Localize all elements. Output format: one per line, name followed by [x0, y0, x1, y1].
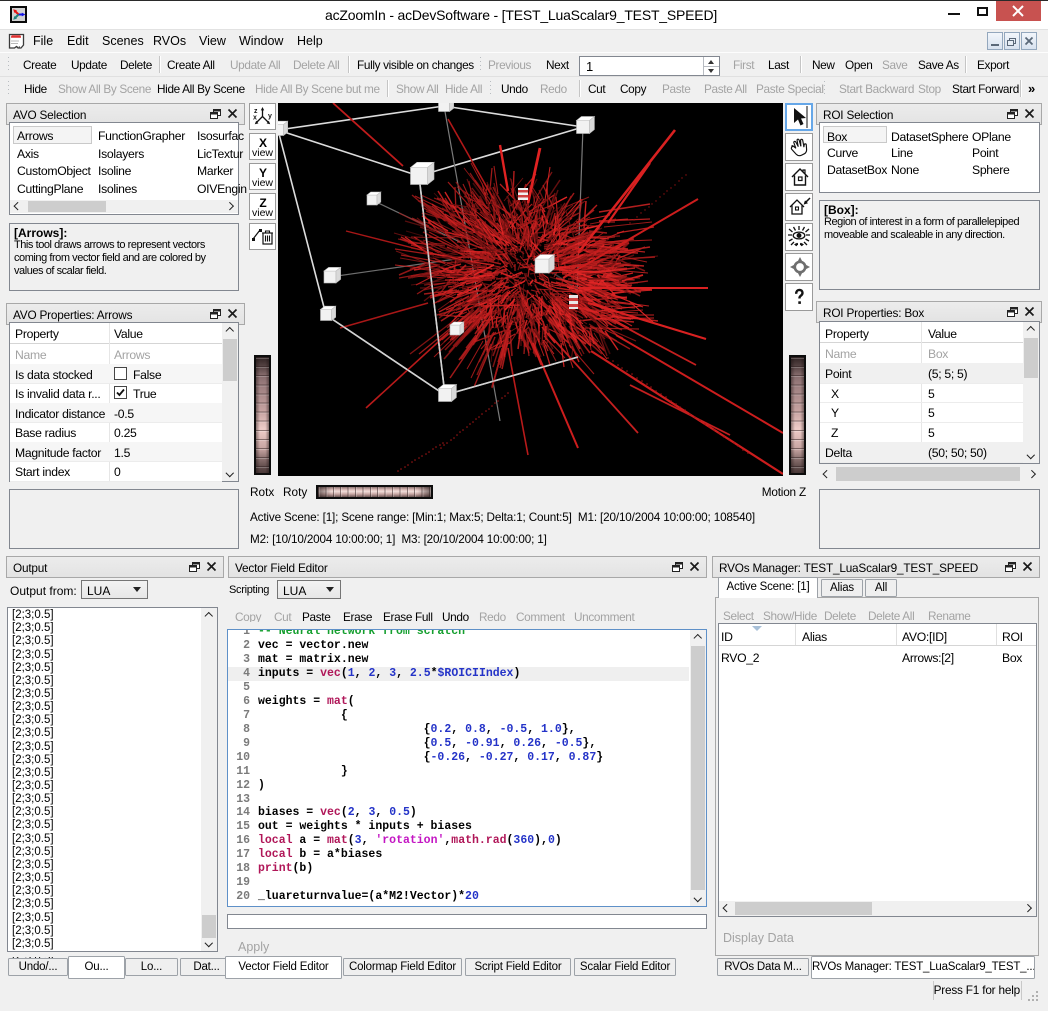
svg-text:x: x — [253, 115, 257, 122]
svg-text:y: y — [268, 113, 272, 120]
